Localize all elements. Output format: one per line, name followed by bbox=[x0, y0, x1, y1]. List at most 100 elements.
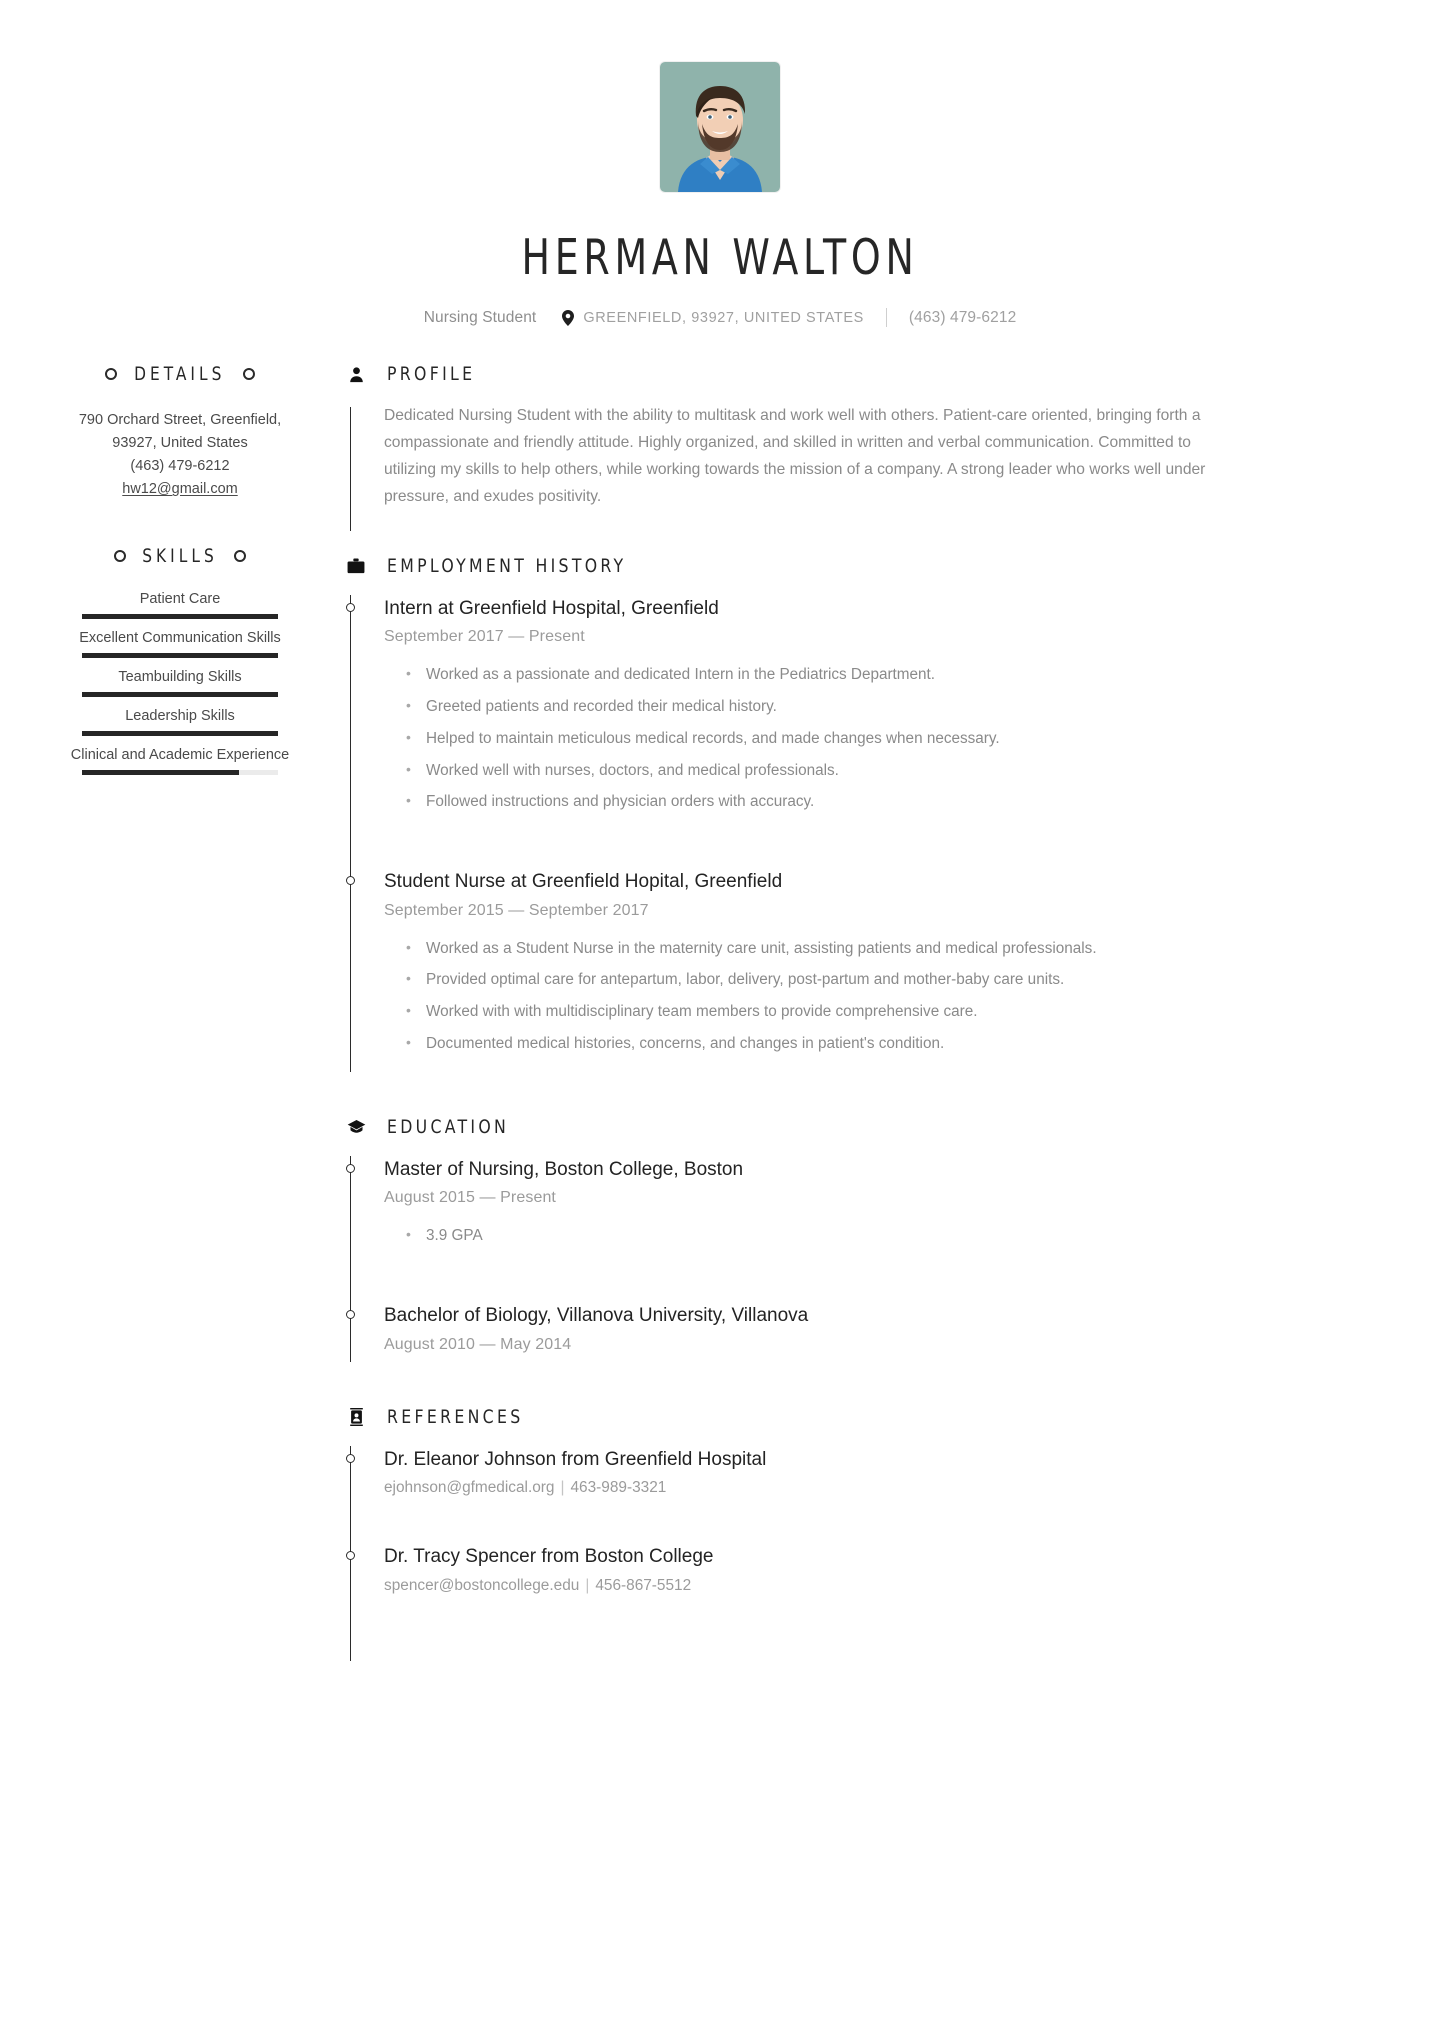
reference-phone: 463-989-3321 bbox=[570, 1479, 667, 1497]
reference-phone: 456-867-5512 bbox=[595, 1576, 692, 1594]
skill-item: Teambuilding Skills bbox=[60, 669, 300, 698]
skill-bar-track bbox=[82, 770, 278, 776]
skills-heading: SKILLS bbox=[60, 545, 300, 567]
employment-entry-title: Student Nurse at Greenfield Hopital, Gre… bbox=[384, 871, 783, 893]
skill-bar-fill bbox=[82, 731, 278, 737]
timeline-dot-icon bbox=[346, 1551, 355, 1561]
skill-label: Excellent Communication Skills bbox=[79, 630, 281, 647]
employment-heading-label: EMPLOYMENT HISTORY bbox=[387, 554, 627, 577]
avatar bbox=[660, 62, 780, 192]
reference-entry-title: Dr. Tracy Spencer from Boston College bbox=[384, 1546, 714, 1568]
employment-entry-bullets: Worked as a Student Nurse in the materni… bbox=[384, 936, 1318, 1057]
skill-bar-track bbox=[82, 692, 278, 698]
employment-entry: Intern at Greenfield Hospital, Greenfiel… bbox=[346, 595, 1318, 830]
timeline-dot-icon bbox=[346, 1309, 355, 1319]
education-entry-title: Bachelor of Biology, Villanova Universit… bbox=[384, 1304, 809, 1326]
employment-entry-date: September 2017 — Present bbox=[384, 628, 585, 646]
details-block: 790 Orchard Street, Greenfield, 93927, U… bbox=[60, 409, 300, 501]
person-icon bbox=[346, 364, 366, 384]
details-email-link[interactable]: hw12@gmail.com bbox=[122, 481, 237, 497]
list-item: 3.9 GPA bbox=[406, 1223, 1226, 1249]
timeline-dot-icon bbox=[346, 1453, 355, 1463]
section-profile: PROFILE Dedicated Nursing Student with t… bbox=[346, 363, 1318, 532]
details-address-line-1: 790 Orchard Street, Greenfield, bbox=[78, 412, 282, 429]
circle-bullet-icon bbox=[105, 368, 118, 381]
education-heading: EDUCATION bbox=[346, 1116, 1318, 1138]
details-heading: DETAILS bbox=[60, 363, 300, 385]
header-location: GREENFIELD, 93927, UNITED STATES bbox=[583, 309, 864, 326]
skills-block: SKILLS Patient Care Excellent Communicat… bbox=[60, 545, 300, 776]
employment-entry-date: September 2015 — September 2017 bbox=[384, 901, 649, 919]
education-body: Master of Nursing, Boston College, Bosto… bbox=[346, 1155, 1318, 1362]
graduation-cap-icon bbox=[346, 1117, 366, 1137]
timeline-rail bbox=[350, 407, 351, 532]
list-item: Worked with with multidisciplinary team … bbox=[406, 999, 1226, 1025]
timeline-rail bbox=[350, 594, 351, 1072]
education-entry: Bachelor of Biology, Villanova Universit… bbox=[346, 1302, 1318, 1362]
circle-bullet-icon bbox=[114, 550, 126, 563]
references-body: Dr. Eleanor Johnson from Greenfield Hosp… bbox=[346, 1445, 1318, 1661]
reference-entry: Dr. Tracy Spencer from Boston College sp… bbox=[346, 1543, 1318, 1603]
skill-label: Patient Care bbox=[139, 591, 221, 608]
reference-email: ejohnson@gfmedical.org bbox=[384, 1479, 555, 1497]
skill-item: Leadership Skills bbox=[60, 708, 300, 737]
timeline-rail bbox=[350, 1155, 351, 1362]
profile-photo-image bbox=[660, 62, 780, 192]
briefcase-icon bbox=[346, 556, 366, 576]
list-item: Greeted patients and recorded their medi… bbox=[406, 694, 1226, 720]
education-entry-date: August 2015 — Present bbox=[384, 1189, 556, 1207]
employment-entry-title: Intern at Greenfield Hospital, Greenfiel… bbox=[384, 597, 719, 619]
page-title: HERMAN WALTON bbox=[521, 229, 919, 286]
profile-text: Dedicated Nursing Student with the abili… bbox=[384, 407, 1206, 505]
circle-bullet-icon bbox=[242, 368, 255, 381]
education-entry-title: Master of Nursing, Boston College, Bosto… bbox=[384, 1158, 744, 1180]
circle-bullet-icon bbox=[234, 550, 246, 563]
skill-bar-fill bbox=[82, 614, 278, 620]
timeline-dot-icon bbox=[346, 876, 355, 886]
list-item: Documented medical histories, concerns, … bbox=[406, 1031, 1226, 1057]
details-phone: (463) 479-6212 bbox=[130, 458, 230, 475]
resume-page: HERMAN WALTON Nursing Student GREENFIELD… bbox=[0, 0, 1440, 2036]
skill-item: Patient Care bbox=[60, 591, 300, 620]
skill-bar-fill bbox=[82, 770, 239, 776]
employment-body: Intern at Greenfield Hospital, Greenfiel… bbox=[346, 594, 1318, 1072]
skill-item: Clinical and Academic Experience bbox=[60, 747, 300, 776]
skill-bar-track bbox=[82, 614, 278, 620]
skill-bar-track bbox=[82, 653, 278, 659]
skill-bar-track bbox=[82, 731, 278, 737]
resume-body: DETAILS 790 Orchard Street, Greenfield, … bbox=[0, 363, 1440, 1661]
employment-heading: EMPLOYMENT HISTORY bbox=[346, 555, 1318, 577]
resume-header: HERMAN WALTON Nursing Student GREENFIELD… bbox=[0, 0, 1440, 328]
list-item: Worked as a Student Nurse in the materni… bbox=[406, 936, 1226, 962]
education-entry-bullets: 3.9 GPA bbox=[384, 1223, 1318, 1249]
list-item: Helped to maintain meticulous medical re… bbox=[406, 726, 1226, 752]
section-education: EDUCATION Master of Nursing, Boston Coll… bbox=[346, 1116, 1318, 1362]
reference-entry-contact: spencer@bostoncollege.edu | 456-867-5512 bbox=[384, 1577, 1318, 1595]
profile-heading: PROFILE bbox=[346, 363, 1318, 385]
education-entry: Master of Nursing, Boston College, Bosto… bbox=[346, 1156, 1318, 1264]
details-address-line-2: 93927, United States bbox=[112, 435, 248, 452]
details-heading-label: DETAILS bbox=[134, 363, 226, 386]
list-item: Followed instructions and physician orde… bbox=[406, 789, 1226, 815]
skill-label: Leadership Skills bbox=[125, 708, 235, 725]
reference-entry: Dr. Eleanor Johnson from Greenfield Hosp… bbox=[346, 1446, 1318, 1506]
section-references: REFERENCES Dr. Eleanor Johnson from Gree… bbox=[346, 1406, 1318, 1661]
section-employment: EMPLOYMENT HISTORY Intern at Greenfield … bbox=[346, 555, 1318, 1072]
map-pin-icon bbox=[562, 309, 575, 326]
header-contact-line: Nursing Student GREENFIELD, 93927, UNITE… bbox=[0, 308, 1440, 328]
timeline-dot-icon bbox=[346, 1163, 355, 1173]
timeline-dot-icon bbox=[346, 602, 355, 612]
skill-item: Excellent Communication Skills bbox=[60, 630, 300, 659]
header-phone: (463) 479-6212 bbox=[908, 308, 1017, 326]
list-item: Worked as a passionate and dedicated Int… bbox=[406, 662, 1226, 688]
education-heading-label: EDUCATION bbox=[387, 1115, 510, 1138]
divider: | bbox=[585, 1576, 590, 1594]
header-divider bbox=[885, 308, 887, 328]
skill-label: Clinical and Academic Experience bbox=[70, 747, 290, 764]
sidebar: DETAILS 790 Orchard Street, Greenfield, … bbox=[0, 363, 300, 1660]
main-column: PROFILE Dedicated Nursing Student with t… bbox=[300, 363, 1440, 1661]
